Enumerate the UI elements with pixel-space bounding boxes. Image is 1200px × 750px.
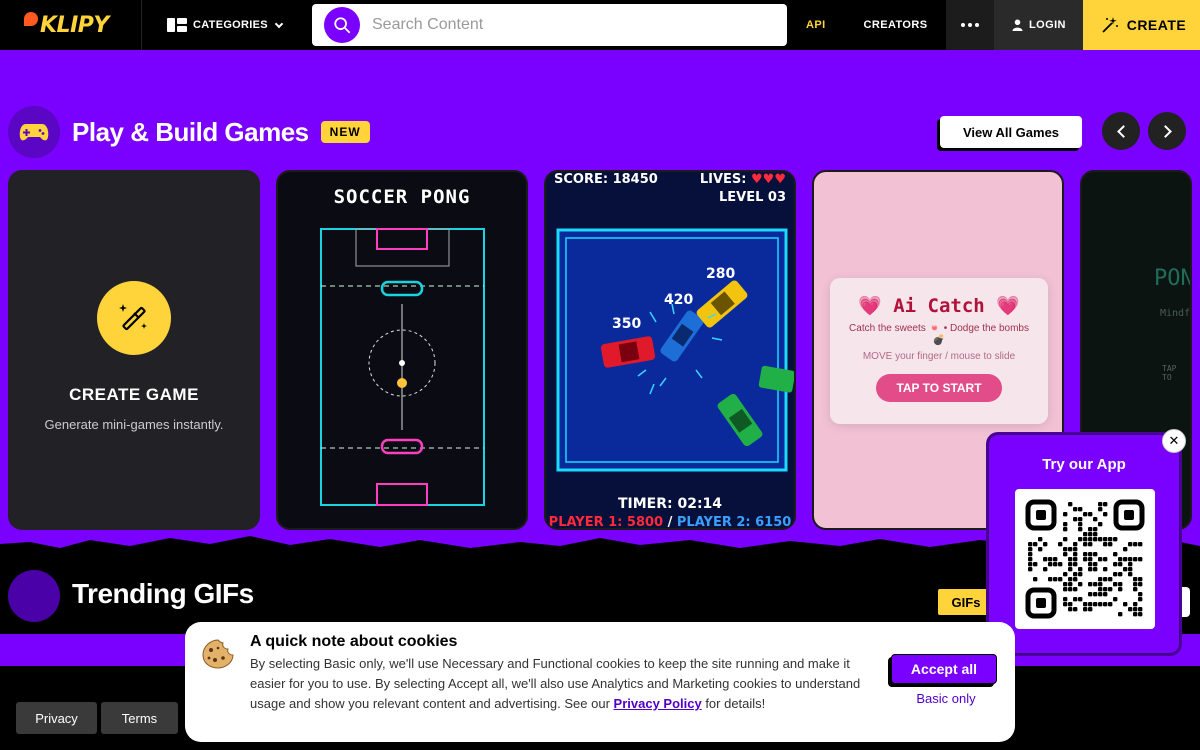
nav-creators-link[interactable]: CREATORS (845, 0, 947, 50)
cookie-icon (202, 639, 234, 669)
games-section-title: Play & Build Games (72, 116, 309, 147)
search-input[interactable] (372, 16, 752, 34)
new-badge: NEW (320, 121, 370, 143)
car-score-label: 420 (664, 292, 694, 308)
cars-arena-preview (556, 228, 794, 472)
cookie-title: A quick note about cookies (250, 633, 458, 650)
game-controls-hint: MOVE your finger / mouse to slide (862, 351, 1016, 362)
more-menu-button[interactable] (946, 0, 995, 50)
login-label: LOGIN (1029, 19, 1066, 31)
tap-to-start-button[interactable]: TAP TO START (876, 374, 1002, 402)
search-icon (334, 17, 351, 34)
login-button[interactable]: LOGIN (994, 0, 1084, 50)
carousel-next-button[interactable] (1148, 112, 1186, 150)
categories-menu[interactable]: CATEGORIES (142, 0, 304, 50)
games-section-header: Play & Build Games NEW View All Games (8, 106, 1192, 158)
create-game-title: CREATE GAME (69, 384, 199, 404)
categories-icon (167, 18, 187, 32)
cookie-banner: A quick note about cookies By selecting … (185, 622, 1015, 742)
accept-all-button[interactable]: Accept all (891, 654, 997, 684)
gifs-tab[interactable]: GIFs (936, 587, 996, 617)
game-hint: TAP TO (1162, 364, 1177, 382)
terms-link[interactable]: Terms (101, 702, 178, 734)
create-game-card[interactable]: CREATE GAME Generate mini-games instantl… (8, 170, 260, 530)
nav-api-link[interactable]: API (787, 0, 845, 50)
car-score-label: 350 (612, 316, 642, 332)
qr-popup-title: Try our App (1042, 456, 1126, 473)
user-icon (1012, 19, 1023, 31)
create-game-subtitle: Generate mini-games instantly. (44, 416, 224, 432)
create-label: CREATE (1126, 17, 1187, 33)
soccer-pong-preview (320, 228, 485, 506)
game-title: 💗 Ai Catch 💗 (858, 295, 1020, 317)
game-subtitle: Mindf (1160, 308, 1191, 319)
klipy-logo[interactable]: KLIPY (0, 0, 142, 50)
sparkle-icon (1102, 17, 1118, 33)
game-card-soccer-pong[interactable]: SOCCER PONG (276, 170, 528, 530)
chevron-right-icon (1158, 124, 1172, 138)
game-title: PON (1154, 266, 1192, 291)
timer-readout: TIMER: 02:14 (617, 496, 723, 512)
search-bar (312, 4, 787, 46)
players-score-readout: PLAYER 1: 5800 / PLAYER 2: 6150 (548, 515, 792, 530)
privacy-link[interactable]: Privacy (16, 702, 97, 734)
privacy-policy-link[interactable]: Privacy Policy (614, 696, 702, 711)
more-icon (961, 23, 980, 27)
categories-label: CATEGORIES (193, 19, 268, 31)
game-instructions: Catch the sweets 🍬 • Dodge the bombs 💣 (849, 323, 1029, 346)
carousel-prev-button[interactable] (1102, 112, 1140, 150)
view-all-games-button[interactable]: View All Games (940, 116, 1082, 148)
create-button[interactable]: CREATE (1083, 0, 1200, 50)
gamepad-icon (8, 106, 60, 158)
trending-avatar (8, 570, 60, 622)
magic-wand-icon (97, 280, 171, 355)
app-qr-popup: Try our App (988, 434, 1180, 654)
chevron-down-icon (274, 19, 284, 28)
car-score-label: 280 (706, 266, 736, 282)
logo-text: KLIPY (40, 12, 109, 38)
ai-catch-panel: 💗 Ai Catch 💗 Catch the sweets 🍬 • Dodge … (830, 278, 1048, 424)
header-nav: API CREATORS LOGIN CREATE (787, 0, 1200, 50)
search-button[interactable] (324, 7, 360, 43)
close-icon[interactable]: ✕ (1162, 429, 1186, 453)
trending-section-title: Trending GIFs (72, 578, 254, 609)
qr-code (1015, 489, 1155, 629)
logo-bird-icon (24, 12, 38, 26)
basic-only-button[interactable]: Basic only (891, 691, 1001, 706)
cookie-description: By selecting Basic only, we'll use Neces… (250, 656, 861, 711)
chevron-left-icon (1116, 124, 1130, 138)
game-card-neon-cars[interactable]: SCORE: 18450 LIVES: ♥♥♥ LEVEL 03 350 420… (544, 170, 796, 530)
